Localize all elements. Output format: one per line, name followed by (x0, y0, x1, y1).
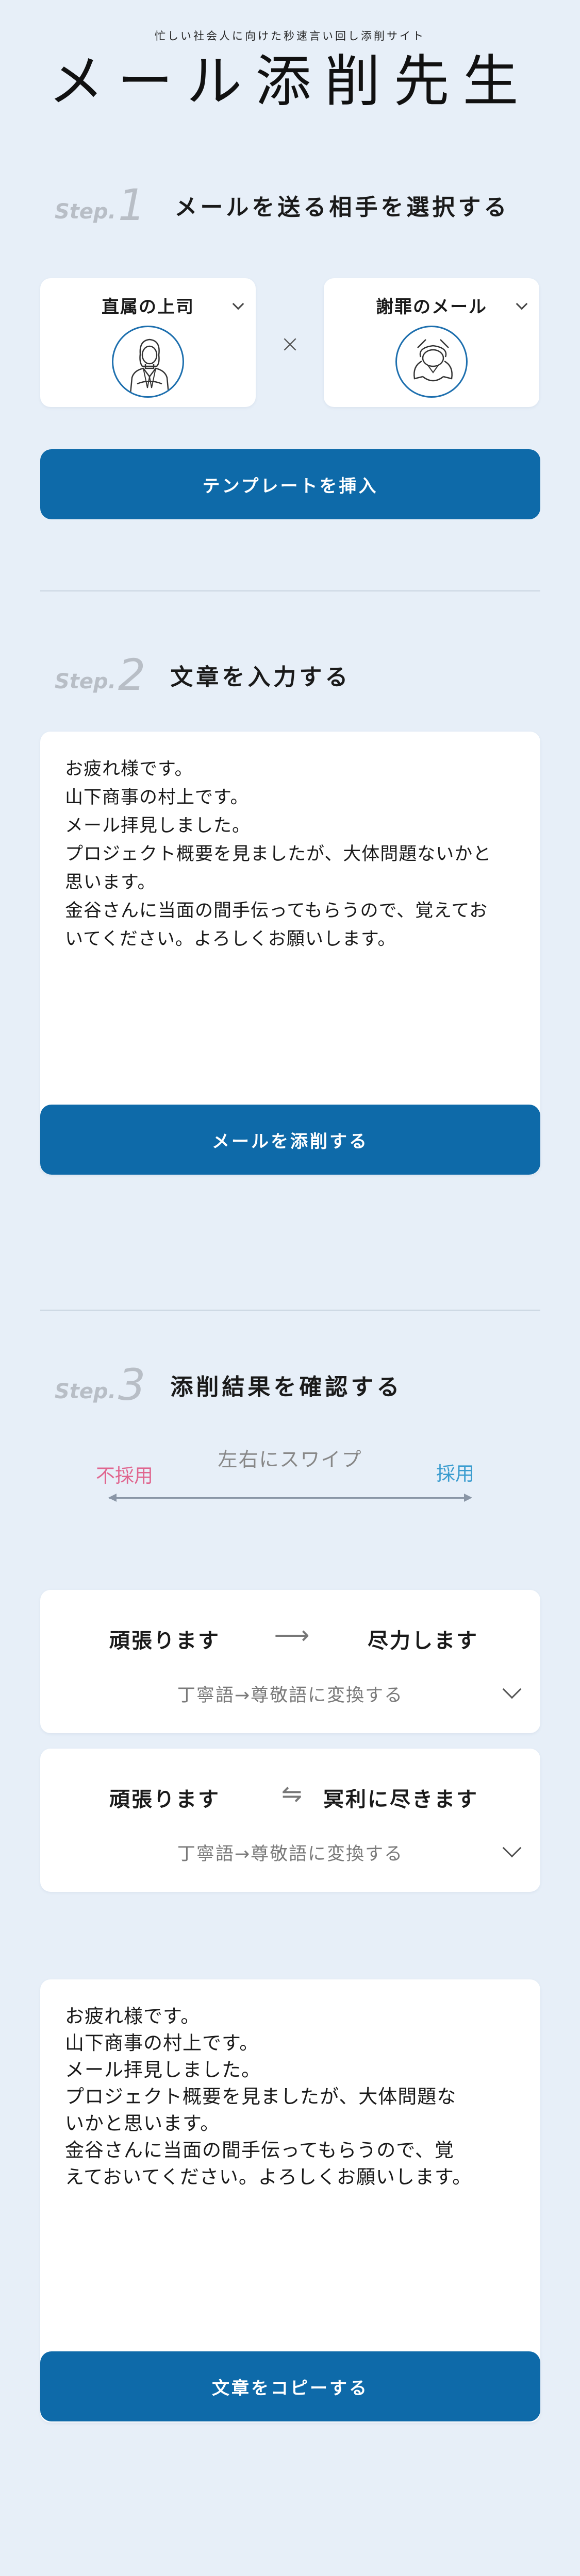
insert-template-button[interactable]: テンプレートを挿入 (40, 449, 540, 519)
step-label: Step. (55, 200, 116, 224)
step-title: メールを送る相手を選択する (174, 194, 510, 221)
text-line: 金谷さんに当面の間手伝ってもらうので、覚 (65, 2139, 454, 2161)
swipe-instruction: 左右にスワイプ (218, 1448, 362, 1471)
suggested-phrase: 尽力します (368, 1629, 478, 1653)
original-phrase: 頑張ります (109, 1629, 220, 1653)
swap-arrows-icon: ⇋ (281, 1780, 303, 1808)
bowing-person-icon (395, 326, 468, 398)
businesswoman-icon (112, 326, 184, 398)
step-number: 3 (118, 1360, 146, 1410)
step-label: Step. (55, 1380, 116, 1403)
text-line: プロジェクト概要を見ましたが、大体問題な (65, 2086, 457, 2108)
copy-text-button[interactable]: 文章をコピーする (40, 2351, 540, 2421)
times-icon: × (280, 330, 300, 358)
step-label: Step. (55, 670, 116, 693)
step-number: 2 (118, 650, 146, 700)
suggestion-description: 丁寧語→尊敬語に変換する (177, 1685, 404, 1706)
step-title: 添削結果を確認する (170, 1374, 403, 1400)
arrow-left-icon (108, 1494, 117, 1502)
text-line: 山下商事の村上です。 (65, 2032, 259, 2054)
text-line: いてください。よろしくお願いします。 (65, 929, 396, 950)
section-divider (40, 590, 540, 591)
text-line: お疲れ様です。 (65, 759, 193, 779)
suggested-phrase: 冥利に尽きます (323, 1788, 478, 1811)
text-line: いかと思います。 (65, 2112, 220, 2134)
text-line: えておいてください。よろしくお願いします。 (65, 2166, 472, 2188)
adopt-label: 採用 (436, 1463, 474, 1485)
step-number: 1 (118, 180, 146, 230)
text-line: お疲れ様です。 (65, 2005, 201, 2027)
step3-heading: Step. 3 添削結果を確認する (55, 1360, 402, 1406)
text-line: メール拝見しました。 (65, 816, 251, 836)
email-type-select-value: 謝罪のメール (376, 297, 487, 317)
text-line: 山下商事の村上です。 (65, 787, 249, 808)
swipe-arrow (109, 1497, 470, 1499)
suggestion-card[interactable]: 頑張ります ⟶ 尽力します 丁寧語→尊敬語に変換する (40, 1590, 540, 1733)
long-arrow-right-icon: ⟶ (274, 1621, 310, 1650)
step-title: 文章を入力する (170, 664, 351, 690)
reject-label: 不採用 (96, 1465, 153, 1487)
app-title: メール添削先生 (48, 49, 532, 114)
suggestion-description: 丁寧語→尊敬語に変換する (177, 1844, 404, 1865)
text-line: 思います。 (65, 872, 156, 893)
text-line: プロジェクト概要を見ましたが、大体問題ないかと (65, 844, 492, 865)
step2-heading: Step. 2 文章を入力する (55, 650, 351, 697)
text-line: 金谷さんに当面の間手伝ってもらうので、覚えてお (65, 901, 488, 921)
site-tagline: 忙しい社会人に向けた秒速言い回し添削サイト (155, 30, 425, 42)
recipient-select[interactable]: 直属の上司 (40, 278, 256, 407)
arrow-right-icon (464, 1494, 472, 1502)
original-phrase: 頑張ります (109, 1788, 220, 1811)
text-line: メール拝見しました。 (65, 2059, 261, 2081)
suggestion-card[interactable]: 頑張ります ⇋ 冥利に尽きます 丁寧語→尊敬語に変換する (40, 1749, 540, 1892)
email-type-select[interactable]: 謝罪のメール (324, 278, 539, 407)
section-divider (40, 1310, 540, 1311)
step1-heading: Step. 1 メールを送る相手を選択する (55, 180, 509, 227)
recipient-select-value: 直属の上司 (102, 297, 194, 317)
correct-email-button[interactable]: メールを添削する (40, 1105, 540, 1175)
